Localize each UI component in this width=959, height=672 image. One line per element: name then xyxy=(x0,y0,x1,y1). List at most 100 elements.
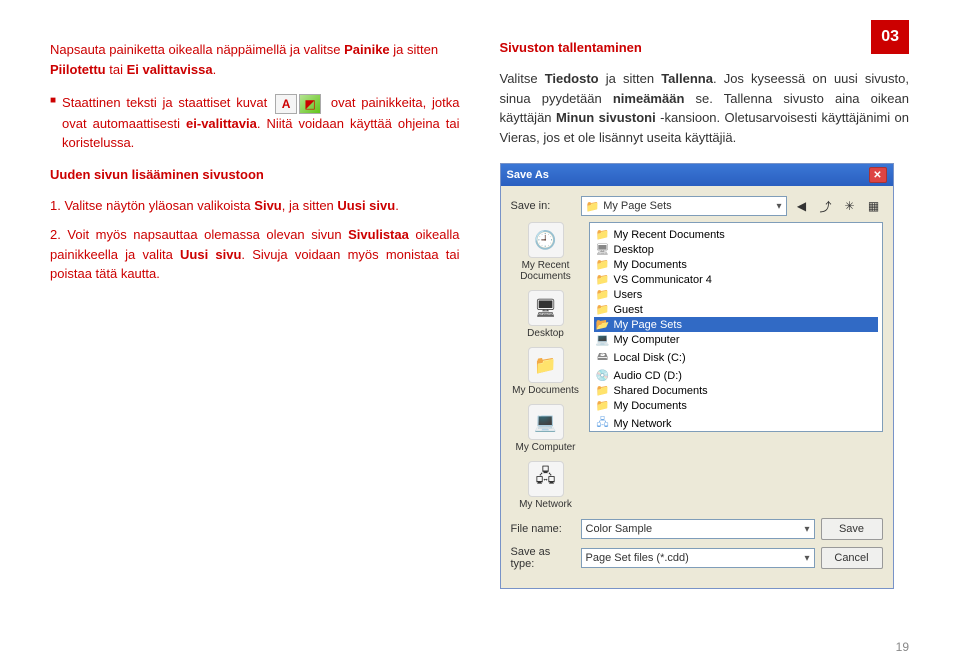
rb-2: ja sitten xyxy=(599,71,662,86)
step-2: 2. Voit myös napsauttaa olemassa olevan … xyxy=(50,225,460,284)
dialog-toolbar: ◀ ⤴ ✳ ▦ xyxy=(793,197,883,215)
rb-7: Minun sivustoni xyxy=(556,110,656,125)
places-label: My Recent Documents xyxy=(511,260,581,282)
places-label: My Network xyxy=(519,499,572,510)
dialog-title: Save As xyxy=(507,169,549,181)
up-icon[interactable]: ⤴ xyxy=(817,197,835,215)
places-mydocs[interactable]: 📁My Documents xyxy=(511,347,581,396)
new-folder-icon[interactable]: ✳ xyxy=(841,197,859,215)
section-heading-right: Sivuston tallentaminen xyxy=(500,40,910,55)
page-number: 19 xyxy=(896,640,909,654)
cancel-button[interactable]: Cancel xyxy=(821,547,883,569)
file-item-label: My Documents xyxy=(614,259,687,271)
file-item-icon: 📁 xyxy=(596,273,610,286)
filetype-dropdown[interactable]: Page Set files (*.cdd) ▾ xyxy=(581,548,815,568)
file-list[interactable]: 📁My Recent Documents🖥Desktop📁My Document… xyxy=(589,222,883,432)
bullet-item: ■ Staattinen teksti ja staattiset kuvat … xyxy=(50,93,460,153)
step-1-text-a: Valitse näytön yläosan valikoista xyxy=(64,198,254,213)
rb-5: nimeämään xyxy=(613,91,685,106)
left-column: Napsauta painiketta oikealla näppäimellä… xyxy=(50,40,460,589)
save-button[interactable]: Save xyxy=(821,518,883,540)
recent-icon: 🕘 xyxy=(528,222,564,258)
places-mycomputer[interactable]: 💻My Computer xyxy=(511,404,581,453)
places-mynetwork[interactable]: 🖧 My Network xyxy=(511,461,581,510)
places-desktop[interactable]: 🖥 Desktop xyxy=(511,290,581,339)
filetype-value: Page Set files (*.cdd) xyxy=(586,552,689,564)
file-item-label: Shared Documents xyxy=(614,385,708,397)
rb-0: Valitse xyxy=(500,71,545,86)
file-item[interactable]: 🖴 Local Disk (C:) xyxy=(594,347,878,368)
bullet-bold-ei-valittavia: ei-valittavia xyxy=(186,116,257,131)
filetype-label: Save as type: xyxy=(511,546,575,570)
chevron-down-icon: ▾ xyxy=(804,524,809,535)
file-item-label: Local Disk (C:) xyxy=(614,352,686,364)
bullet-marker-icon: ■ xyxy=(50,93,56,109)
step-1-bold-b: Sivu xyxy=(254,198,281,213)
dialog-titlebar: Save As ✕ xyxy=(501,164,893,186)
savein-dropdown[interactable]: 📁 My Page Sets ▾ xyxy=(581,196,787,216)
file-item[interactable]: 📁My Recent Documents xyxy=(594,227,878,242)
section-heading-left: Uuden sivun lisääminen sivustoon xyxy=(50,167,460,182)
mydocs-icon: 📁 xyxy=(528,347,564,383)
places-label: Desktop xyxy=(527,328,564,339)
back-icon[interactable]: ◀ xyxy=(793,197,811,215)
file-item-icon: 💻 xyxy=(596,333,610,346)
intro-bold-piilotettu: Piilotettu xyxy=(50,62,106,77)
file-item-label: Users xyxy=(614,289,643,301)
file-item-icon: 📁 xyxy=(596,258,610,271)
file-item-label: Guest xyxy=(614,304,643,316)
rb-3: Tallenna xyxy=(661,71,713,86)
places-bar: 🕘My Recent Documents 🖥 Desktop 📁My Document… xyxy=(511,222,581,510)
step-1-number: 1. xyxy=(50,198,61,213)
numbered-list: 1. Valitse näytön yläosan valikoista Siv… xyxy=(50,196,460,284)
file-item-label: My Recent Documents xyxy=(614,229,725,241)
step-2-bold-d: Uusi sivu xyxy=(180,247,241,262)
intro-text-7: . xyxy=(213,62,217,77)
file-item[interactable]: 📁My Documents xyxy=(594,398,878,413)
file-item[interactable]: 🖥Desktop xyxy=(594,242,878,257)
bullet-text-1: Staattinen teksti ja staattiset kuvat xyxy=(62,95,273,110)
step-1-text-c: , ja sitten xyxy=(282,198,338,213)
close-icon[interactable]: ✕ xyxy=(869,167,887,183)
chevron-down-icon: ▾ xyxy=(804,553,809,564)
file-item[interactable]: 📁 My Documents xyxy=(594,257,878,272)
inline-toolbar-icons: A ◩ xyxy=(275,94,321,114)
file-item-icon: 📁 xyxy=(596,303,610,316)
savein-label: Save in: xyxy=(511,200,575,212)
font-a-icon: A xyxy=(275,94,297,114)
file-item[interactable]: 💿Audio CD (D:) xyxy=(594,368,878,383)
views-icon[interactable]: ▦ xyxy=(865,197,883,215)
image-icon: ◩ xyxy=(299,94,321,114)
mynetwork-icon: 🖧 xyxy=(528,461,564,497)
step-2-number: 2. xyxy=(50,227,61,242)
file-item-icon: 📂 xyxy=(596,318,610,331)
page-section-badge: 03 xyxy=(871,20,909,54)
desktop-icon: 🖥 xyxy=(528,290,564,326)
file-item[interactable]: 💻My Computer xyxy=(594,332,878,347)
file-item[interactable]: 📂 My Page Sets xyxy=(594,317,878,332)
file-item-label: My Page Sets xyxy=(614,319,682,331)
file-item-label: My Documents xyxy=(614,400,687,412)
filename-input[interactable]: Color Sample ▾ xyxy=(581,519,815,539)
savein-value: My Page Sets xyxy=(603,200,671,212)
folder-icon: 📁 xyxy=(586,200,600,213)
file-item[interactable]: 🖧My Network xyxy=(594,413,878,432)
file-item-icon: 🖴 xyxy=(596,348,610,367)
file-item[interactable]: 📁Users xyxy=(594,287,878,302)
file-item[interactable]: 📁Shared Documents xyxy=(594,383,878,398)
file-item-label: Desktop xyxy=(614,244,654,256)
step-2-text-a: Voit myös napsauttaa olemassa olevan siv… xyxy=(67,227,348,242)
right-body-paragraph: Valitse Tiedosto ja sitten Tallenna. Jos… xyxy=(500,69,910,147)
chevron-down-icon: ▾ xyxy=(776,201,781,212)
file-item[interactable]: 📁 Guest xyxy=(594,302,878,317)
file-item-label: My Network xyxy=(614,418,672,430)
file-item[interactable]: 📁 VS Communicator 4 xyxy=(594,272,878,287)
file-item-label: Audio CD (D:) xyxy=(614,370,682,382)
intro-text-5: tai xyxy=(106,62,127,77)
intro-text-1: Napsauta painiketta oikealla näppäimellä… xyxy=(50,42,344,57)
file-item-label: VS Communicator 4 xyxy=(614,274,712,286)
mycomputer-icon: 💻 xyxy=(528,404,564,440)
places-recent[interactable]: 🕘My Recent Documents xyxy=(511,222,581,282)
intro-bold-ei-valittavissa: Ei valittavissa xyxy=(127,62,213,77)
right-column: Sivuston tallentaminen Valitse Tiedosto … xyxy=(500,40,910,589)
